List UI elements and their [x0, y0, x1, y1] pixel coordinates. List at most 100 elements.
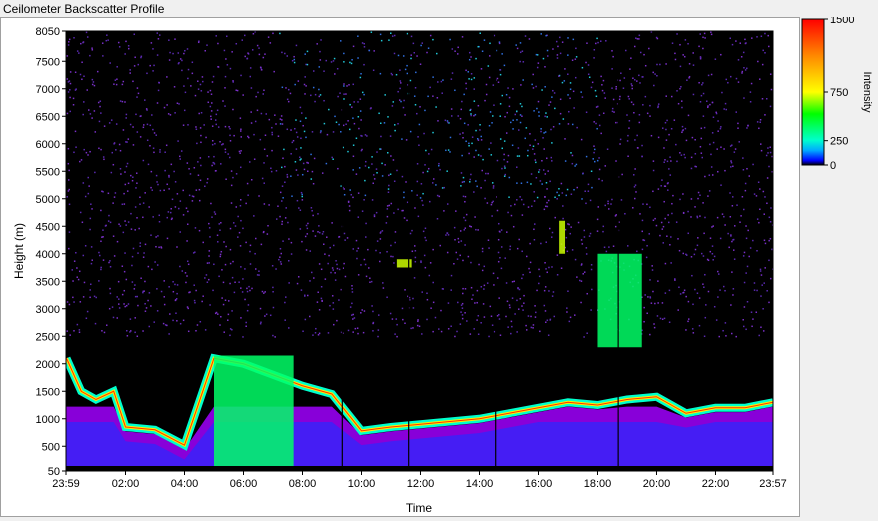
noise-speck — [249, 75, 252, 78]
noise-speck — [400, 82, 402, 84]
noise-speck — [707, 195, 709, 197]
noise-speck — [151, 114, 153, 116]
noise-speck — [462, 132, 464, 134]
noise-speck — [477, 229, 479, 231]
noise-speck — [194, 94, 197, 97]
noise-speck — [390, 32, 392, 34]
noise-speck — [183, 109, 186, 112]
window-title: Ceilometer Backscatter Profile — [3, 2, 165, 16]
noise-speck — [685, 329, 687, 331]
noise-speck — [684, 127, 687, 130]
noise-speck — [752, 163, 754, 166]
noise-speck — [254, 252, 256, 255]
noise-speck — [405, 139, 408, 141]
noise-speck — [480, 135, 482, 138]
noise-speck — [332, 158, 334, 160]
noise-speck — [187, 68, 190, 71]
noise-speck — [211, 102, 213, 104]
noise-speck — [731, 271, 733, 273]
noise-speck — [139, 136, 142, 138]
noise-speck — [538, 282, 540, 285]
noise-speck — [347, 150, 349, 153]
noise-speck — [242, 336, 244, 338]
noise-speck — [319, 59, 322, 61]
noise-speck — [562, 205, 564, 207]
noise-speck — [463, 229, 466, 231]
noise-speck — [546, 271, 549, 274]
noise-speck — [332, 269, 335, 271]
noise-speck — [271, 149, 273, 152]
noise-speck — [82, 41, 84, 44]
noise-speck — [332, 308, 335, 310]
noise-speck — [728, 246, 730, 249]
noise-speck — [117, 41, 120, 44]
noise-speck — [760, 274, 763, 276]
noise-speck — [522, 309, 524, 311]
noise-speck — [321, 172, 324, 174]
noise-speck — [763, 239, 766, 242]
noise-speck — [760, 326, 762, 328]
noise-speck — [136, 217, 138, 219]
noise-speck — [177, 62, 180, 65]
noise-speck — [704, 216, 706, 219]
noise-speck — [518, 155, 521, 157]
noise-speck — [639, 82, 641, 84]
noise-speck — [737, 59, 740, 61]
noise-speck — [127, 138, 130, 140]
noise-speck — [215, 113, 218, 116]
y-tick-label: 2000 — [36, 359, 60, 371]
noise-speck — [564, 138, 566, 140]
noise-speck — [238, 231, 241, 234]
noise-speck — [548, 290, 550, 292]
noise-speck — [363, 310, 366, 312]
noise-speck — [692, 93, 695, 96]
noise-speck — [685, 295, 687, 298]
noise-speck — [254, 120, 257, 123]
noise-speck — [521, 115, 523, 117]
noise-speck — [644, 64, 647, 67]
noise-speck — [267, 36, 270, 38]
noise-speck — [595, 122, 597, 125]
noise-speck — [399, 80, 402, 82]
noise-speck — [272, 32, 274, 35]
noise-speck — [213, 163, 216, 165]
noise-speck — [248, 285, 250, 288]
noise-speck — [699, 56, 702, 59]
noise-speck — [345, 93, 347, 95]
noise-speck — [384, 94, 386, 96]
noise-speck — [98, 280, 100, 282]
noise-speck — [510, 205, 512, 207]
y-tick-label: 1500 — [36, 386, 60, 398]
noise-speck — [109, 292, 112, 295]
noise-speck — [631, 84, 633, 87]
noise-speck — [702, 115, 705, 117]
noise-speck — [214, 119, 217, 121]
noise-speck — [402, 106, 405, 109]
noise-speck — [226, 35, 228, 38]
noise-speck — [239, 204, 242, 207]
noise-speck — [167, 211, 170, 213]
noise-speck — [684, 39, 687, 41]
noise-speck — [504, 115, 506, 118]
noise-speck — [169, 114, 172, 116]
noise-speck — [626, 140, 629, 142]
noise-speck — [538, 111, 540, 113]
noise-speck — [206, 178, 209, 180]
noise-speck — [209, 236, 211, 238]
noise-speck — [426, 292, 428, 295]
noise-speck — [596, 127, 598, 130]
noise-speck — [774, 175, 776, 177]
noise-speck — [700, 127, 703, 130]
noise-speck — [697, 191, 700, 194]
noise-speck — [222, 100, 224, 102]
noise-speck — [691, 328, 694, 330]
noise-speck — [457, 46, 459, 49]
noise-speck — [294, 83, 296, 86]
noise-speck — [720, 184, 722, 186]
noise-speck — [454, 238, 456, 241]
noise-speck — [654, 217, 656, 220]
noise-speck — [246, 287, 248, 290]
noise-speck — [269, 42, 272, 44]
noise-speck — [317, 291, 319, 294]
noise-speck — [272, 290, 274, 293]
